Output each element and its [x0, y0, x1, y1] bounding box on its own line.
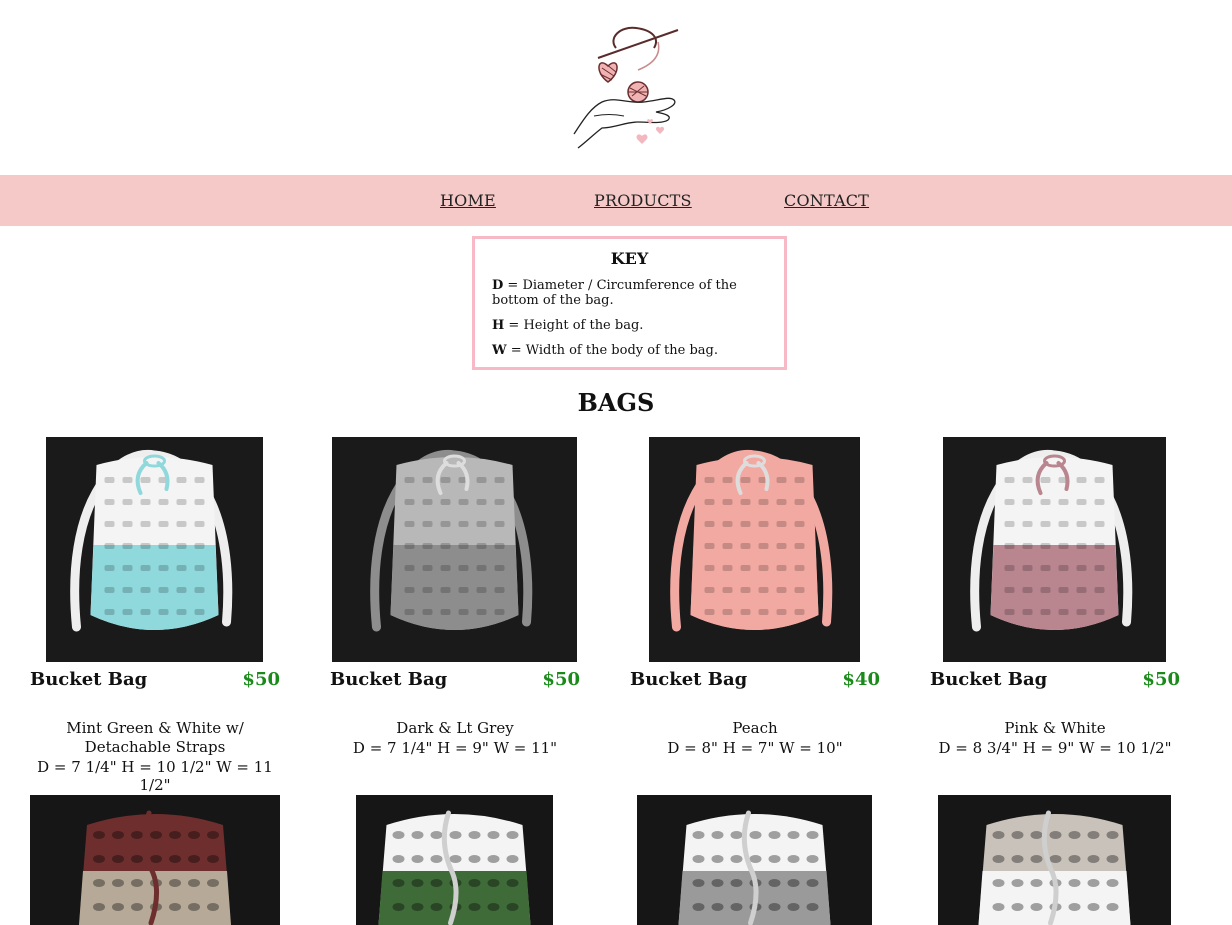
key-text: = Diameter / Circumference of the bottom…	[492, 278, 737, 308]
key-text: = Height of the bag.	[504, 318, 644, 333]
product-dimensions: D = 8 3/4" H = 9" W = 10 1/2"	[938, 739, 1172, 757]
nav-home-link[interactable]: HOME	[440, 191, 496, 210]
product-name[interactable]: Bucket Bag	[30, 669, 147, 690]
bag-icon	[943, 437, 1166, 662]
key-letter: D	[492, 278, 504, 293]
key-letter: W	[492, 343, 507, 358]
product-description: Peach	[732, 719, 778, 737]
bag-icon	[332, 437, 577, 662]
section-title-bags: BAGS	[577, 388, 655, 417]
product-image[interactable]	[30, 795, 280, 925]
product-price: $50	[242, 669, 280, 690]
size-key-box: KEY D = Diameter / Circumference of the …	[472, 236, 787, 370]
product-image[interactable]	[637, 795, 872, 925]
product-image[interactable]	[46, 437, 263, 662]
bag-icon	[637, 795, 872, 925]
product-name[interactable]: Bucket Bag	[630, 669, 747, 690]
product-image[interactable]	[356, 795, 553, 925]
key-line-width: W = Width of the body of the bag.	[492, 343, 772, 358]
crochet-hand-logo-icon[interactable]	[568, 18, 682, 154]
product-dimensions: D = 7 1/4" H = 10 1/2" W = 11 1/2"	[37, 758, 273, 794]
bag-icon	[649, 437, 860, 662]
product-name[interactable]: Bucket Bag	[330, 669, 447, 690]
product-dimensions: D = 7 1/4" H = 9" W = 11"	[352, 739, 558, 757]
product-price: $50	[542, 669, 580, 690]
product-name[interactable]: Bucket Bag	[930, 669, 1047, 690]
bag-icon	[938, 795, 1171, 925]
product-image[interactable]	[332, 437, 577, 662]
product-price: $50	[1142, 669, 1180, 690]
key-letter: H	[492, 318, 505, 333]
product-description: Pink & White	[1004, 719, 1106, 737]
nav-products-link[interactable]: PRODUCTS	[594, 191, 692, 210]
product-image[interactable]	[938, 795, 1171, 925]
site-header	[0, 0, 1232, 175]
product-description: Dark & Lt Grey	[396, 719, 514, 737]
key-line-height: H = Height of the bag.	[492, 318, 772, 333]
product-image[interactable]	[649, 437, 860, 662]
key-title: KEY	[610, 249, 649, 268]
product-price: $40	[842, 669, 880, 690]
bag-icon	[46, 437, 263, 662]
bag-icon	[356, 795, 553, 925]
key-text: = Width of the body of the bag.	[506, 343, 718, 358]
main-nav: HOME PRODUCTS CONTACT	[0, 175, 1232, 226]
nav-contact-link[interactable]: CONTACT	[784, 191, 869, 210]
product-image[interactable]	[943, 437, 1166, 662]
key-line-diameter: D = Diameter / Circumference of the bott…	[492, 278, 772, 308]
bag-icon	[30, 795, 280, 925]
product-dimensions: D = 8" H = 7" W = 10"	[667, 739, 843, 757]
product-description: Mint Green & White w/ Detachable Straps	[66, 719, 244, 756]
